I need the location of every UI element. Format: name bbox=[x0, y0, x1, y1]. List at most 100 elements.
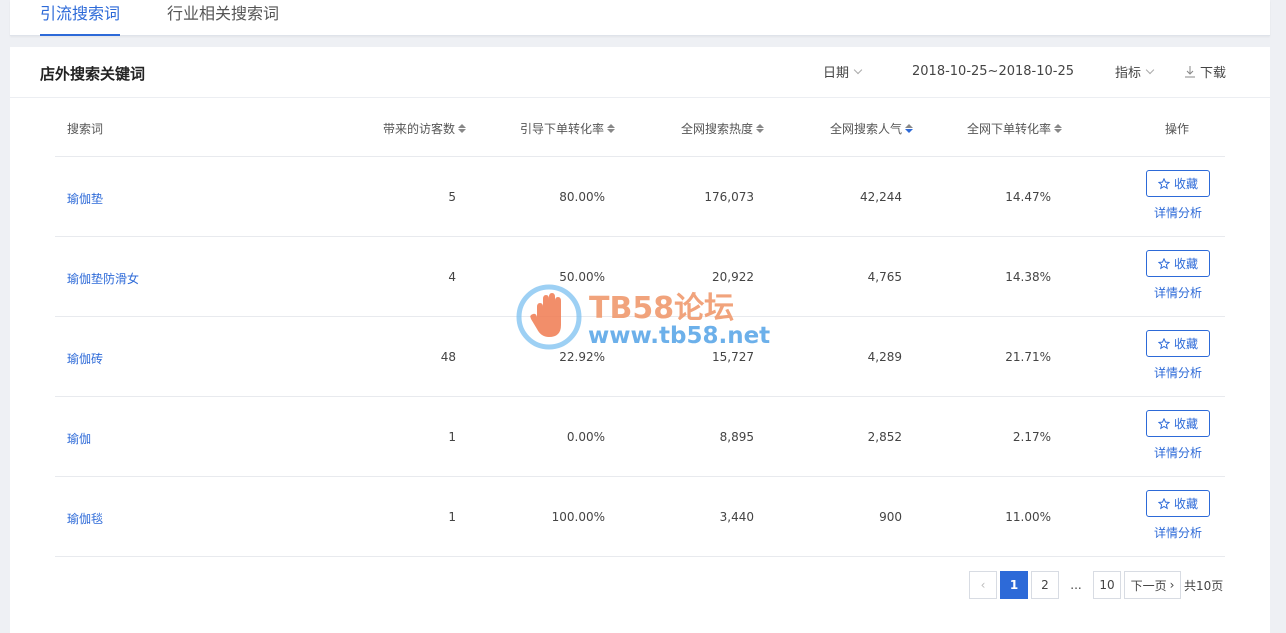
favorite-label: 收藏 bbox=[1173, 337, 1198, 351]
heat-value: 8,895 bbox=[719, 430, 754, 444]
heat-value: 20,922 bbox=[712, 270, 754, 284]
keywords-panel: 店外搜索关键词 日期 2018-10-25~2018-10-25 指标 下载 搜… bbox=[10, 47, 1270, 633]
sort-icon bbox=[905, 124, 914, 133]
table-header: 搜索词 带来的访客数 引导下单转化率 全网搜索热度 全网搜索人气 全网下单转化率 bbox=[55, 98, 1225, 157]
keyword-link[interactable]: 瑜伽砖 bbox=[67, 350, 103, 367]
header-net-conversion[interactable]: 全网下单转化率 bbox=[967, 120, 1063, 137]
conversion-value: 80.00% bbox=[559, 190, 605, 204]
chevron-down-icon bbox=[1145, 65, 1155, 74]
star-icon bbox=[1157, 417, 1170, 429]
header-conversion-label: 引导下单转化率 bbox=[520, 122, 605, 136]
heat-value: 3,440 bbox=[719, 510, 754, 524]
keyword-link[interactable]: 瑜伽垫 bbox=[67, 190, 103, 207]
download-button[interactable]: 下载 bbox=[1185, 62, 1226, 81]
favorite-button[interactable]: 收藏 bbox=[1146, 330, 1210, 357]
table-row: 瑜伽垫防滑女 4 50.00% 20,922 4,765 14.38% 收藏 详… bbox=[55, 237, 1225, 317]
visitors-value: 5 bbox=[448, 190, 456, 204]
heat-value: 15,727 bbox=[712, 350, 754, 364]
header-popularity[interactable]: 全网搜索人气 bbox=[830, 120, 914, 137]
header-heat[interactable]: 全网搜索热度 bbox=[681, 120, 765, 137]
prev-page-button[interactable]: ‹ bbox=[969, 571, 997, 599]
total-pages: 共10页 bbox=[1184, 578, 1224, 593]
favorite-button[interactable]: 收藏 bbox=[1146, 170, 1210, 197]
header-conversion[interactable]: 引导下单转化率 bbox=[520, 120, 616, 137]
star-icon bbox=[1157, 257, 1170, 269]
favorite-label: 收藏 bbox=[1173, 417, 1198, 431]
star-icon bbox=[1157, 177, 1170, 189]
detail-analysis-link[interactable]: 详情分析 bbox=[1154, 364, 1202, 381]
favorite-button[interactable]: 收藏 bbox=[1146, 410, 1210, 437]
popularity-value: 2,852 bbox=[867, 430, 902, 444]
date-label: 日期 bbox=[823, 66, 850, 81]
detail-analysis-link[interactable]: 详情分析 bbox=[1154, 284, 1202, 301]
detail-analysis-link[interactable]: 详情分析 bbox=[1154, 204, 1202, 221]
panel-title: 店外搜索关键词 bbox=[40, 65, 146, 83]
sort-icon bbox=[607, 124, 616, 133]
header-popularity-label: 全网搜索人气 bbox=[830, 122, 903, 136]
detail-analysis-link[interactable]: 详情分析 bbox=[1154, 444, 1202, 461]
detail-analysis-link[interactable]: 详情分析 bbox=[1154, 524, 1202, 541]
star-icon bbox=[1157, 337, 1170, 349]
metric-dropdown[interactable]: 指标 bbox=[1115, 62, 1155, 81]
chevron-right-icon: › bbox=[1169, 578, 1175, 592]
visitors-value: 48 bbox=[440, 350, 456, 364]
net-conversion-value: 2.17% bbox=[1012, 430, 1051, 444]
page-2-button[interactable]: 2 bbox=[1031, 571, 1059, 599]
header-actions: 操作 bbox=[1165, 122, 1190, 136]
visitors-value: 4 bbox=[448, 270, 456, 284]
net-conversion-value: 14.47% bbox=[1005, 190, 1051, 204]
date-dropdown[interactable]: 日期 bbox=[823, 62, 863, 81]
net-conversion-value: 11.00% bbox=[1005, 510, 1051, 524]
tab-industry-keywords[interactable]: 行业相关搜索词 bbox=[167, 4, 279, 24]
header-keyword: 搜索词 bbox=[67, 122, 104, 136]
popularity-value: 900 bbox=[879, 510, 902, 524]
page-10-button[interactable]: 10 bbox=[1093, 571, 1121, 599]
header-visitors[interactable]: 带来的访客数 bbox=[383, 120, 467, 137]
header-net-conversion-label: 全网下单转化率 bbox=[967, 122, 1052, 136]
favorite-button[interactable]: 收藏 bbox=[1146, 250, 1210, 277]
keyword-link[interactable]: 瑜伽垫防滑女 bbox=[67, 270, 139, 287]
next-page-label: 下一页 bbox=[1130, 578, 1167, 593]
keywords-table: 搜索词 带来的访客数 引导下单转化率 全网搜索热度 全网搜索人气 全网下单转化率 bbox=[55, 98, 1225, 557]
conversion-value: 50.00% bbox=[559, 270, 605, 284]
sort-icon bbox=[458, 124, 467, 133]
keyword-link[interactable]: 瑜伽毯 bbox=[67, 510, 103, 527]
heat-value: 176,073 bbox=[704, 190, 754, 204]
sort-icon bbox=[756, 124, 765, 133]
tab-bar: 引流搜索词 行业相关搜索词 bbox=[10, 0, 1270, 36]
visitors-value: 1 bbox=[448, 510, 456, 524]
net-conversion-value: 21.71% bbox=[1005, 350, 1051, 364]
tab-traffic-keywords[interactable]: 引流搜索词 bbox=[40, 4, 121, 36]
popularity-value: 4,289 bbox=[867, 350, 902, 364]
popularity-value: 42,244 bbox=[860, 190, 902, 204]
favorite-label: 收藏 bbox=[1173, 257, 1198, 271]
chevron-down-icon bbox=[853, 65, 863, 74]
header-visitors-label: 带来的访客数 bbox=[383, 122, 456, 136]
next-page-button[interactable]: 下一页 › bbox=[1124, 571, 1181, 599]
table-row: 瑜伽 1 0.00% 8,895 2,852 2.17% 收藏 详情分析 bbox=[55, 397, 1225, 477]
download-label: 下载 bbox=[1200, 66, 1227, 81]
pagination: ‹ 1 2 ... 10 下一页 › 共10页 bbox=[969, 571, 1223, 599]
page-ellipsis: ... bbox=[1070, 578, 1082, 592]
star-icon bbox=[1157, 497, 1170, 509]
favorite-label: 收藏 bbox=[1173, 177, 1198, 191]
conversion-value: 0.00% bbox=[566, 430, 605, 444]
table-row: 瑜伽砖 48 22.92% 15,727 4,289 21.71% 收藏 详情分… bbox=[55, 317, 1225, 397]
table-row: 瑜伽垫 5 80.00% 176,073 42,244 14.47% 收藏 详情… bbox=[55, 157, 1225, 237]
sort-icon bbox=[1054, 124, 1063, 133]
favorite-button[interactable]: 收藏 bbox=[1146, 490, 1210, 517]
download-icon bbox=[1185, 65, 1195, 77]
panel-header: 店外搜索关键词 日期 2018-10-25~2018-10-25 指标 下载 bbox=[10, 47, 1270, 98]
conversion-value: 100.00% bbox=[551, 510, 605, 524]
visitors-value: 1 bbox=[448, 430, 456, 444]
table-row: 瑜伽毯 1 100.00% 3,440 900 11.00% 收藏 详情分析 bbox=[55, 477, 1225, 557]
metric-label: 指标 bbox=[1115, 66, 1142, 81]
page-1-button[interactable]: 1 bbox=[1000, 571, 1028, 599]
popularity-value: 4,765 bbox=[867, 270, 902, 284]
net-conversion-value: 14.38% bbox=[1005, 270, 1051, 284]
date-range[interactable]: 2018-10-25~2018-10-25 bbox=[912, 64, 1074, 79]
keyword-link[interactable]: 瑜伽 bbox=[67, 430, 91, 447]
favorite-label: 收藏 bbox=[1173, 497, 1198, 511]
header-heat-label: 全网搜索热度 bbox=[681, 122, 754, 136]
conversion-value: 22.92% bbox=[559, 350, 605, 364]
